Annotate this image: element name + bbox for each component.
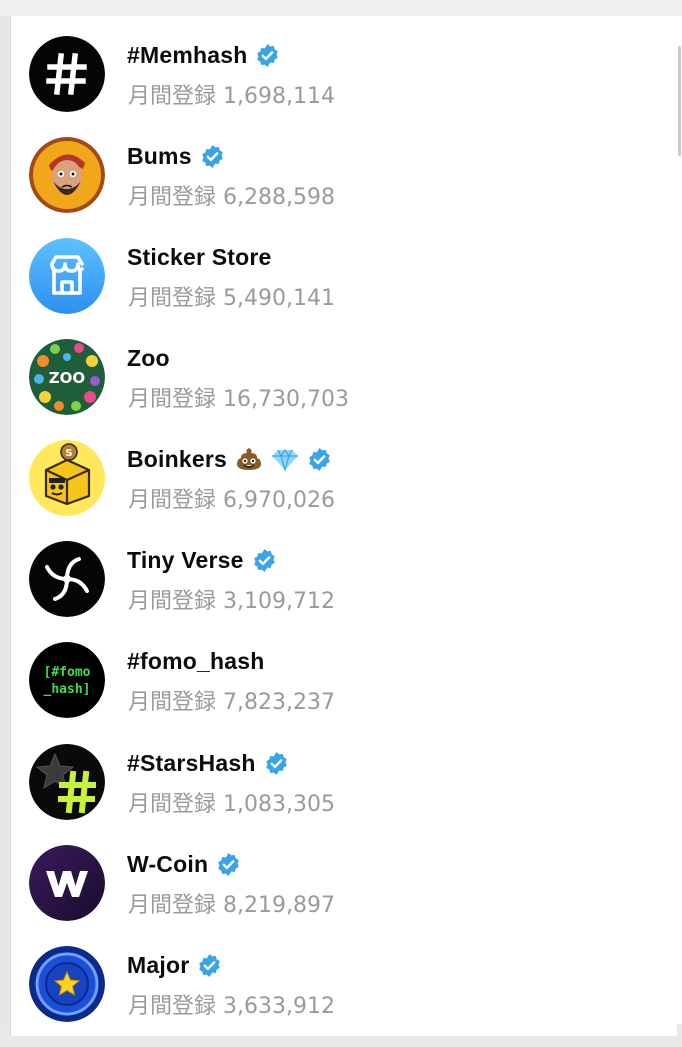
bot-name: Boinkers bbox=[127, 445, 228, 472]
stat-label: 月間登録 bbox=[128, 690, 217, 715]
svg-text:_hash]: _hash] bbox=[44, 682, 91, 697]
stat-value: 1,698,114 bbox=[223, 84, 335, 109]
list-item-zoo[interactable]: ZOO Zoo 月間登録 16,730,703 bbox=[10, 339, 670, 440]
scrollbar-thumb[interactable] bbox=[678, 46, 681, 156]
storefront-logo-icon bbox=[29, 238, 105, 314]
stat-label: 月間登録 bbox=[128, 893, 217, 918]
stat-label: 月間登録 bbox=[128, 488, 217, 513]
verified-badge-icon bbox=[309, 447, 330, 471]
verified-badge-icon bbox=[201, 144, 223, 168]
verified-badge-icon bbox=[218, 852, 240, 876]
svg-text:S: S bbox=[65, 448, 72, 459]
stat-label: 月間登録 bbox=[128, 994, 217, 1019]
list-item-w-coin[interactable]: W-Coin 月間登録 8,219,897 bbox=[10, 845, 670, 946]
list-item-memhash[interactable]: #Memhash 月間登録 1,698,114 bbox=[10, 36, 670, 137]
stat-value: 1,083,305 bbox=[223, 792, 335, 817]
bot-name: Sticker Store bbox=[127, 243, 272, 270]
stat-label: 月間登録 bbox=[128, 792, 217, 817]
stat-value: 3,633,912 bbox=[223, 994, 335, 1019]
star-coin-logo-icon bbox=[29, 946, 105, 1022]
boinkers-box-logo-icon: S bbox=[29, 440, 105, 516]
verified-badge-icon bbox=[199, 953, 221, 977]
svg-text:[#fomo: [#fomo bbox=[44, 665, 91, 680]
monthly-users-text: 月間登録 1,083,305 bbox=[128, 786, 335, 818]
monthly-users-text: 月間登録 7,823,237 bbox=[128, 684, 335, 716]
swirl-logo-icon bbox=[29, 541, 105, 617]
list-item-major[interactable]: Major 月間登録 3,633,912 bbox=[10, 946, 670, 1047]
list-item-sticker-store[interactable]: Sticker Store 月間登録 5,490,141 bbox=[10, 238, 670, 339]
zoo-animals-logo-icon: ZOO bbox=[29, 339, 105, 415]
stat-value: 6,970,026 bbox=[223, 488, 335, 513]
stat-value: 6,288,598 bbox=[223, 185, 335, 210]
bot-name: #StarsHash bbox=[127, 749, 256, 776]
verified-badge-icon bbox=[253, 548, 275, 572]
stat-value: 7,823,237 bbox=[223, 690, 335, 715]
list-header-strip bbox=[0, 0, 682, 16]
w-letter-logo-icon bbox=[29, 845, 105, 921]
monthly-users-text: 月間登録 3,633,912 bbox=[128, 988, 335, 1020]
monthly-users-text: 月間登録 1,698,114 bbox=[128, 78, 335, 110]
bot-name: #fomo_hash bbox=[127, 647, 265, 674]
monthly-users-text: 月間登録 3,109,712 bbox=[128, 583, 335, 615]
stat-value: 16,730,703 bbox=[223, 387, 349, 412]
stat-value: 5,490,141 bbox=[223, 286, 335, 311]
list-item-tiny-verse[interactable]: Tiny Verse 月間登録 3,109,712 bbox=[10, 541, 670, 642]
bot-name: Tiny Verse bbox=[127, 546, 244, 573]
stat-label: 月間登録 bbox=[128, 589, 217, 614]
monthly-users-text: 月間登録 6,288,598 bbox=[128, 179, 335, 211]
bot-name: Major bbox=[127, 951, 190, 978]
list-item-starshash[interactable]: #StarsHash 月間登録 1,083,305 bbox=[10, 744, 670, 845]
fomo-hash-logo-icon: [#fomo _hash] bbox=[29, 642, 105, 718]
bot-name: Bums bbox=[127, 142, 192, 169]
gem-emoji-icon bbox=[272, 448, 299, 473]
hash-logo-icon bbox=[29, 36, 105, 112]
stat-value: 3,109,712 bbox=[223, 589, 335, 614]
scrollbar[interactable] bbox=[676, 16, 682, 1024]
stat-label: 月間登録 bbox=[128, 387, 217, 412]
bot-name: W-Coin bbox=[127, 850, 209, 877]
app-window: #Memhash 月間登録 1,698,114 Bums 月間登録 6,288,… bbox=[0, 0, 682, 1036]
verified-badge-icon bbox=[265, 751, 287, 775]
bearded-man-logo-icon bbox=[29, 137, 105, 213]
star-hash-logo-icon bbox=[29, 744, 105, 820]
stat-label: 月間登録 bbox=[128, 286, 217, 311]
verified-badge-icon bbox=[257, 43, 279, 67]
monthly-users-text: 月間登録 16,730,703 bbox=[128, 381, 349, 413]
stat-label: 月間登録 bbox=[128, 84, 217, 109]
list-item-bums[interactable]: Bums 月間登録 6,288,598 bbox=[10, 137, 670, 238]
stat-label: 月間登録 bbox=[128, 185, 217, 210]
bot-name: #Memhash bbox=[127, 41, 248, 68]
svg-text:ZOO: ZOO bbox=[49, 369, 85, 387]
monthly-users-text: 月間登録 8,219,897 bbox=[128, 887, 335, 919]
monthly-users-text: 月間登録 5,490,141 bbox=[128, 280, 335, 312]
list-item-boinkers[interactable]: S Boinkers 月間登録 6,970,026 bbox=[10, 440, 670, 541]
monthly-users-text: 月間登録 6,970,026 bbox=[128, 482, 335, 514]
list-item-fomo-hash[interactable]: [#fomo _hash] #fomo_hash 月間登録 7,823,237 bbox=[10, 642, 670, 743]
bot-name: Zoo bbox=[127, 344, 170, 371]
poop-emoji-icon bbox=[237, 448, 262, 470]
stat-value: 8,219,897 bbox=[223, 893, 335, 918]
